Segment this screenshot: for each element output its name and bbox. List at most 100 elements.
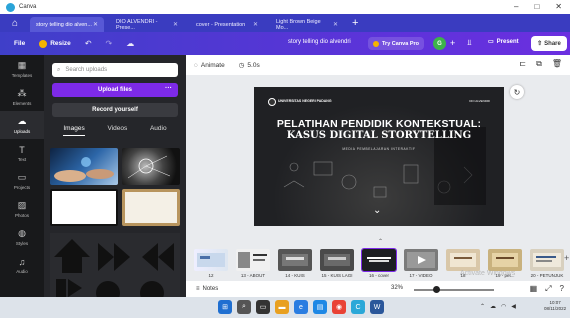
upload-tabs: Images Videos Audio (52, 125, 178, 136)
fullscreen-icon[interactable]: ⤢ (545, 284, 551, 294)
rail-styles[interactable]: ◍ Styles (0, 223, 44, 251)
rail-label: Uploads (13, 129, 31, 134)
undo-icon[interactable]: ↶ (85, 39, 92, 48)
page-thumb-19[interactable] (488, 249, 522, 271)
tab-light-brown[interactable]: Light Brown Beige Mo... ✕ (270, 17, 344, 32)
word-icon[interactable]: W (370, 300, 384, 314)
edge-icon[interactable]: e (294, 300, 308, 314)
close-tab-icon[interactable]: ✕ (333, 21, 338, 28)
chevron-up-icon[interactable]: ⌃ (378, 238, 383, 245)
audio-icon: ♫ (18, 256, 26, 267)
resize-button[interactable]: Resize (39, 39, 71, 48)
rail-label: Styles (15, 241, 29, 246)
more-options-icon[interactable]: ··· (165, 85, 172, 92)
clock-date: 08/11/2022 (544, 306, 567, 311)
rail-templates[interactable]: ▦ Templates (0, 55, 44, 83)
rail-text[interactable]: T Text (0, 139, 44, 167)
zoom-slider-track[interactable] (414, 289, 494, 291)
volume-icon[interactable]: ◀ (511, 303, 516, 310)
share-button[interactable]: ⇧ Share (531, 36, 567, 51)
page-thumb-20[interactable] (530, 249, 564, 271)
page-thumb-16[interactable] (361, 248, 397, 272)
page-thumb-12[interactable] (194, 249, 228, 271)
upload-thumbnail-frame[interactable] (122, 189, 180, 226)
tab-cover[interactable]: cover - Presentation ✕ (190, 17, 264, 32)
upload-thumbnail-network[interactable] (122, 148, 180, 185)
file-explorer-icon[interactable]: ▬ (275, 300, 289, 314)
page-thumb-13[interactable] (236, 249, 270, 271)
zoom-slider-handle[interactable] (433, 286, 440, 293)
present-button[interactable]: ▭ Present (488, 38, 519, 46)
page-thumb-15[interactable] (320, 249, 354, 271)
add-page-icon[interactable]: + (564, 253, 569, 263)
animate-button[interactable]: ◌ Animate (194, 62, 225, 69)
help-icon[interactable]: ? (560, 284, 564, 294)
thumb-art (238, 252, 267, 268)
new-tab-icon[interactable]: + (352, 14, 358, 32)
present-icon: ▭ (488, 39, 494, 45)
rail-audio[interactable]: ♫ Audio (0, 251, 44, 279)
duration-button[interactable]: ◷ 5.0s (239, 61, 260, 70)
wifi-icon[interactable]: ◠ (501, 303, 506, 310)
taskbar-apps: ⊞ ⌕ ▭ ▬ e ▤ ◉ C W (218, 300, 384, 314)
file-menu[interactable]: File (14, 40, 25, 47)
duplicate-page-icon[interactable]: ⧉ (536, 59, 542, 69)
chevron-up-icon[interactable]: ⌃ (480, 303, 485, 310)
store-icon[interactable]: ▤ (313, 300, 327, 314)
slide-canvas[interactable]: UNIVERSITAS NEGERI PADANG DIO ALVENDRI P… (254, 87, 504, 226)
try-pro-label: Try Canva Pro (382, 40, 419, 47)
close-tab-icon[interactable]: ✕ (253, 21, 258, 28)
window-controls: – □ ✕ (514, 2, 562, 11)
cloud-icon[interactable]: ☁ (490, 303, 496, 310)
styles-icon: ◍ (18, 228, 26, 238)
search-uploads-field[interactable]: ⌕ Search uploads (52, 63, 178, 77)
minimize-button[interactable]: – (514, 2, 518, 11)
tab-story-telling[interactable]: story telling dio alven... ✕ (30, 17, 104, 32)
maximize-button[interactable]: □ (534, 2, 539, 11)
document-title[interactable]: story telling dio alvendri (288, 39, 351, 45)
add-page-icon[interactable]: ⊏ (519, 59, 526, 69)
page-thumb-14[interactable] (278, 249, 312, 271)
close-tab-icon[interactable]: ✕ (173, 21, 178, 28)
upload-thumbnail-icons[interactable] (50, 233, 180, 297)
rail-elements[interactable]: ⁂ Elements (0, 83, 44, 111)
close-tab-icon[interactable]: ✕ (93, 21, 98, 28)
rail-photos[interactable]: ▨ Photos (0, 195, 44, 223)
insights-chart-icon[interactable]: ⫫ (467, 38, 472, 48)
upload-thumbnail-blank[interactable] (50, 189, 118, 226)
home-icon[interactable]: ⌂ (0, 14, 30, 32)
rail-label: Audio (16, 268, 28, 274)
page-thumb-18[interactable] (446, 249, 480, 271)
canva-taskbar-icon[interactable]: C (351, 300, 365, 314)
record-yourself-button[interactable]: Record yourself (52, 103, 178, 117)
close-window-button[interactable]: ✕ (555, 2, 562, 11)
tab-videos[interactable]: Videos (107, 125, 127, 136)
duration-label: 5.0s (247, 61, 260, 69)
clock[interactable]: 10:07 08/11/2022 (544, 300, 566, 312)
upload-thumbnail-hands[interactable] (50, 148, 118, 185)
add-collaborator-icon[interactable]: + (450, 38, 455, 48)
tab-images[interactable]: Images (63, 125, 85, 136)
avatar[interactable]: G (433, 37, 446, 50)
search-icon[interactable]: ⌕ (237, 300, 251, 314)
tab-dio-alvendri[interactable]: DIO ALVENDRI - Prese... ✕ (110, 17, 184, 32)
delete-page-icon[interactable]: 🗑 (552, 59, 562, 69)
upload-files-button[interactable]: Upload files ··· (52, 83, 178, 97)
rail-uploads[interactable]: ☁ Uploads (0, 111, 44, 139)
editor-footer: ≡ Notes 32% ▦ ⤢ ? (186, 281, 570, 297)
start-icon[interactable]: ⊞ (218, 300, 232, 314)
rail-projects[interactable]: ▭ Projects (0, 167, 44, 195)
tab-audio[interactable]: Audio (150, 125, 167, 136)
zoom-level[interactable]: 32% (391, 285, 403, 291)
redo-icon[interactable]: ↷ (106, 39, 113, 48)
try-pro-button[interactable]: Try Canva Pro (368, 37, 424, 50)
page-thumb-17[interactable] (404, 249, 438, 271)
grid-view-icon[interactable]: ▦ (530, 284, 538, 294)
cloud-saved-icon[interactable]: ☁ (126, 39, 134, 48)
page-label: 17 - VIDEO (409, 273, 433, 278)
refresh-icon[interactable]: ↻ (510, 85, 524, 99)
notes-button[interactable]: ≡ Notes (196, 286, 218, 292)
network-image (127, 155, 171, 179)
task-view-icon[interactable]: ▭ (256, 300, 270, 314)
chrome-icon[interactable]: ◉ (332, 300, 346, 314)
